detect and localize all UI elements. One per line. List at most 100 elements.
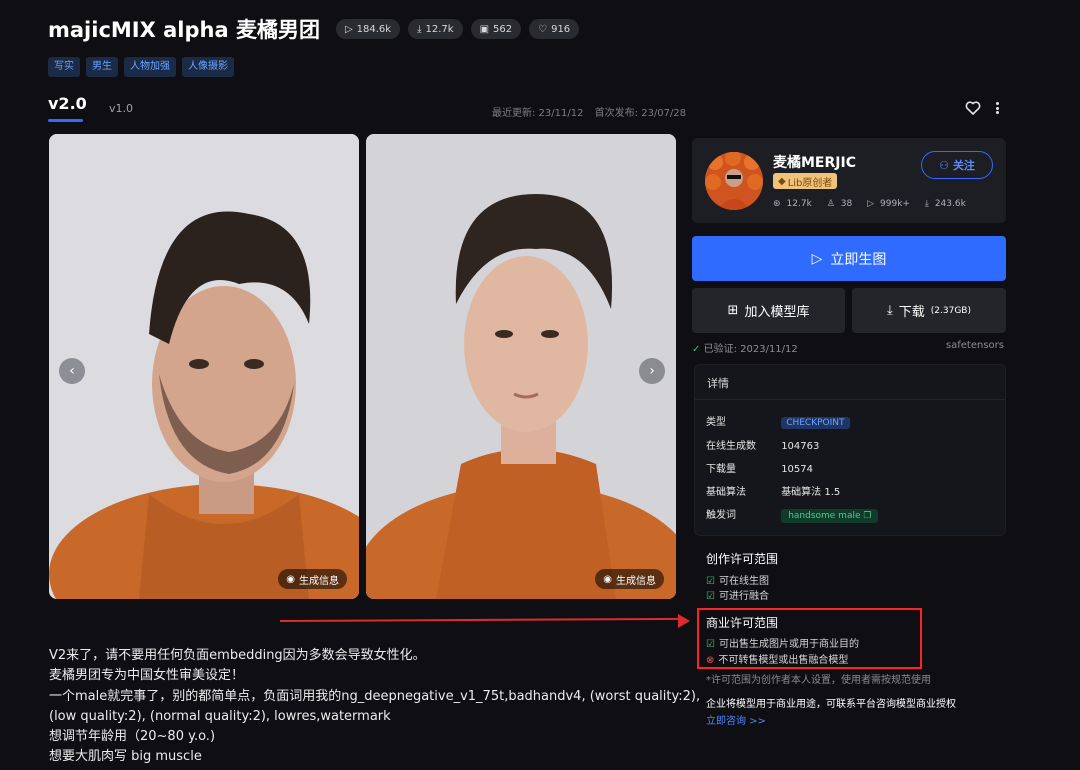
stat-downloads: ⤓ 12.7k xyxy=(408,19,463,39)
image-gallery: ◉ 生成信息 ◉ 生成信息 ‹ › xyxy=(49,134,676,599)
file-format: safetensors xyxy=(945,340,1004,351)
chevron-left-icon: ‹ xyxy=(69,363,75,379)
detail-row-trigger: 触发词 handsome male ❐ xyxy=(706,506,879,523)
title-row: majicMIX alpha 麦橘男团 ▷ 184.6k ⤓ 12.7k ▣ 5… xyxy=(48,14,1040,44)
follow-label: 关注 xyxy=(952,159,975,172)
model-title: majicMIX alpha 麦橘男团 xyxy=(48,18,320,42)
check-icon: ☑ xyxy=(706,591,715,602)
detail-key: 下载量 xyxy=(706,464,736,475)
version-tab-active[interactable]: v2.0 xyxy=(48,94,87,113)
download-size: (2.37GB) xyxy=(930,305,971,316)
description-line: 想要大肌肉写 big muscle xyxy=(49,749,202,765)
active-tab-indicator xyxy=(48,119,83,122)
more-dot xyxy=(995,111,999,114)
creator-stat: ⊛ 12.7k xyxy=(773,199,818,209)
stat-downloads-value: 12.7k xyxy=(425,23,454,35)
favorite-button[interactable] xyxy=(965,100,981,116)
creator-stat: ♙ 38 xyxy=(827,199,859,209)
image-icon: ▣ xyxy=(479,23,490,35)
creator-runs: 999k+ xyxy=(880,199,910,209)
model-page: majicMIX alpha 麦橘男团 ▷ 184.6k ⤓ 12.7k ▣ 5… xyxy=(0,0,1080,770)
tag-list: 写实 男生 人物加强 人像摄影 xyxy=(48,57,1040,77)
stat-images: ▣ 562 xyxy=(470,19,522,39)
verification-row: ✓ 已验证: 2023/11/12 safetensors xyxy=(692,340,1006,355)
more-menu-button[interactable] xyxy=(994,100,1000,116)
description-line: 一个male就完事了，别的都简单点，负面词用我的ng_deepnegative_… xyxy=(49,688,701,704)
generate-label: 立即生图 xyxy=(830,251,887,268)
follow-button[interactable]: ⚇ 关注 xyxy=(921,151,993,179)
generation-info-button[interactable]: ◉ 生成信息 xyxy=(278,569,347,589)
stat-runs-value: 184.6k xyxy=(356,23,392,35)
tag-item[interactable]: 人像摄影 xyxy=(182,57,234,77)
portrait-image xyxy=(366,134,676,599)
check-icon: ☑ xyxy=(706,576,715,587)
add-user-icon: ⚇ xyxy=(939,158,949,172)
creator-card: 麦橘MERJIC ◆ Lib原创者 ⊛ 12.7k ♙ 38 ▷ 999k+ ⤓ 243… xyxy=(692,138,1006,223)
heart-icon xyxy=(965,101,981,115)
play-icon: ▷ xyxy=(867,199,875,209)
creator-name[interactable]: 麦橘MERJIC xyxy=(773,152,856,172)
description-line: (low quality:2), (normal quality:2), low… xyxy=(49,708,391,724)
generation-info-button[interactable]: ◉ 生成信息 xyxy=(595,569,664,589)
consult-link[interactable]: 立即咨询 >> xyxy=(706,712,766,727)
download-icon: ⤓ xyxy=(417,23,422,35)
detail-value: 104763 xyxy=(781,441,820,452)
stat-runs: ▷ 184.6k xyxy=(335,19,401,39)
detail-key: 类型 xyxy=(706,417,726,428)
eye-icon: ◉ xyxy=(603,573,612,585)
more-dot xyxy=(995,102,999,105)
stat-images-value: 562 xyxy=(493,23,513,35)
trigger-word: handsome male xyxy=(788,511,861,521)
creator-stat: ⤓ 243.6k xyxy=(925,199,972,209)
model-description: V2来了，请不要用任何负面embedding因为多数会导致女性化。 麦橘男团专为… xyxy=(49,646,701,768)
fans-icon: ⊛ xyxy=(773,199,781,209)
download-icon: ⤓ xyxy=(924,199,929,209)
thumb-icon: ♙ xyxy=(826,199,835,209)
license-note: *许可范围为创作者本人设置，使用者需按规范使用 xyxy=(706,675,931,686)
more-dot xyxy=(995,106,999,110)
gallery-next-button[interactable]: › xyxy=(639,358,665,384)
eye-icon: ◉ xyxy=(286,573,295,585)
download-label: 下载 xyxy=(898,305,925,320)
avatar-image xyxy=(705,152,763,210)
annotation-arrow xyxy=(279,617,685,622)
download-button[interactable]: ⤓ 下载 (2.37GB) xyxy=(852,288,1006,333)
gallery-prev-button[interactable]: ‹ xyxy=(59,358,85,384)
tag-item[interactable]: 写实 xyxy=(48,57,80,77)
tag-item[interactable]: 男生 xyxy=(86,57,118,77)
stat-likes-value: 916 xyxy=(551,23,571,35)
diamond-icon: ◆ xyxy=(778,175,786,187)
trigger-word-copy[interactable]: handsome male ❐ xyxy=(781,509,879,523)
details-panel: 详情 类型 CHECKPOINT 在线生成数 104763 下载量 10574 … xyxy=(694,364,1006,536)
description-line: 想调节年龄用（20~80 y.o.) xyxy=(49,729,216,745)
detail-value: 10574 xyxy=(781,464,813,475)
creator-badge: ◆ Lib原创者 xyxy=(773,173,838,189)
add-library-label: 加入模型库 xyxy=(744,305,810,320)
details-title: 详情 xyxy=(707,377,729,390)
detail-row-online-gen: 在线生成数 104763 xyxy=(706,437,819,452)
detail-row-downloads: 下载量 10574 xyxy=(706,460,813,475)
play-icon: ▷ xyxy=(811,250,823,267)
detail-row-base-model: 基础算法 基础算法 1.5 xyxy=(706,483,840,498)
play-icon: ▷ xyxy=(344,23,353,35)
tag-item[interactable]: 人物加强 xyxy=(124,57,176,77)
license-item-label: 可进行融合 xyxy=(718,591,769,602)
download-icon: ⤓ xyxy=(887,303,893,318)
avatar[interactable] xyxy=(705,152,763,210)
portrait-image xyxy=(49,134,359,599)
detail-key: 基础算法 xyxy=(706,487,746,498)
creation-license-title: 创作许可范围 xyxy=(706,552,779,566)
stat-likes: ♡ 916 xyxy=(529,19,580,39)
description-line: V2来了，请不要用任何负面embedding因为多数会导致女性化。 xyxy=(49,648,426,663)
preview-image[interactable]: ◉ 生成信息 xyxy=(49,134,359,599)
add-to-library-button[interactable]: ⊞ 加入模型库 xyxy=(692,288,845,333)
preview-image[interactable]: ◉ 生成信息 xyxy=(366,134,676,599)
chevron-right-icon: › xyxy=(649,363,655,379)
detail-value: 基础算法 1.5 xyxy=(781,487,841,498)
creator-likes: 38 xyxy=(840,199,853,209)
creator-stats: ⊛ 12.7k ♙ 38 ▷ 999k+ ⤓ 243.6k xyxy=(773,199,978,209)
version-tab[interactable]: v1.0 xyxy=(109,102,133,115)
annotation-highlight-box xyxy=(697,608,922,669)
generate-button[interactable]: ▷ 立即生图 xyxy=(692,236,1006,281)
creator-stat: ▷ 999k+ xyxy=(867,199,916,209)
